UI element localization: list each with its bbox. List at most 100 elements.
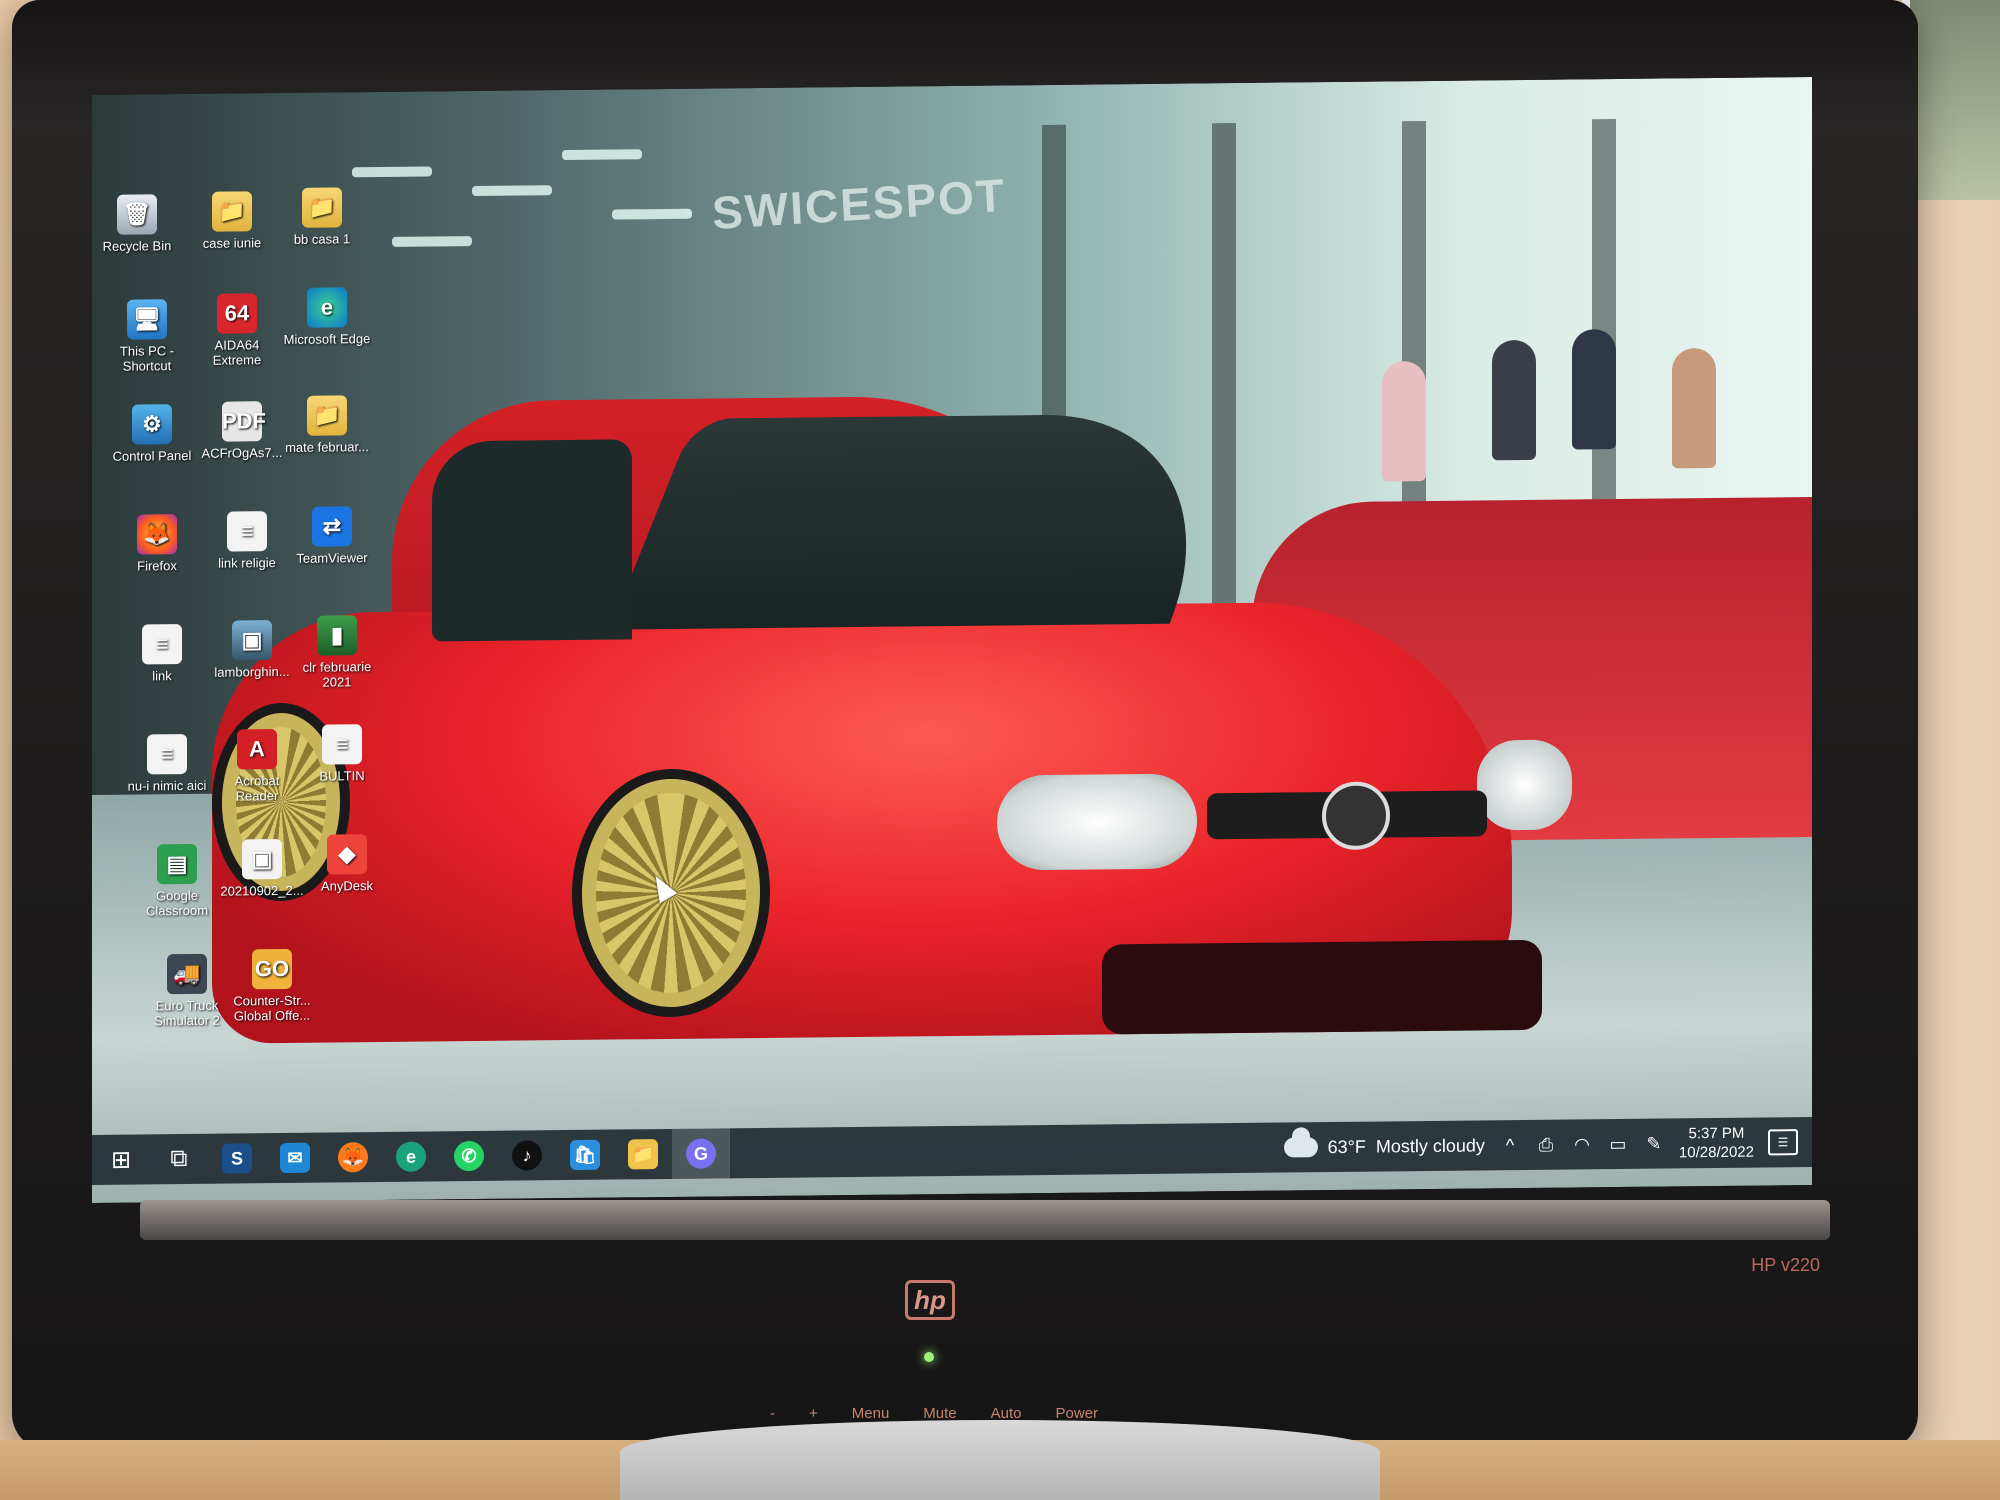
desktop-icon-label: nu-i nimic aici (127, 777, 207, 794)
desktop-icon-bultin[interactable]: ≡ BULTIN (297, 724, 387, 784)
edge-icon: e (396, 1141, 426, 1172)
weather-widget[interactable]: 63°F Mostly cloudy (1283, 1135, 1485, 1158)
classroom-icon: ▤ (157, 843, 197, 885)
pdf-icon: PDF (222, 401, 266, 442)
file-icon: ▣ (242, 839, 282, 880)
monitor-plus-button[interactable]: + (809, 1405, 818, 1422)
folder-icon: 📁 (212, 191, 252, 232)
monitor-menu-button[interactable]: Menu (852, 1405, 890, 1422)
cloud-icon (1283, 1137, 1318, 1158)
meet-now-icon[interactable]: ⎙ (1535, 1134, 1557, 1155)
taskbar-clock[interactable]: 5:37 PM 10/28/2022 (1679, 1124, 1754, 1163)
notification-center-icon[interactable]: ☰ (1768, 1129, 1798, 1156)
desktop-icon-recycle-bin[interactable]: 🗑 Recycle Bin (92, 194, 182, 254)
windows-icon: ⊞ (110, 1146, 132, 1174)
edge-icon: e (307, 287, 347, 328)
desktop-icon-microsoft-edge[interactable]: e Microsoft Edge (282, 287, 372, 347)
wifi-icon[interactable]: ◠ (1571, 1134, 1593, 1155)
folder-icon: 📁 (302, 187, 342, 228)
desktop-icon-lamborghini[interactable]: ▣ lamborghin... (207, 620, 297, 680)
desktop-icon-acfrogas[interactable]: PDF ACFrOgAs7... (197, 401, 287, 461)
desktop-icon-link[interactable]: ≡ link (117, 624, 207, 684)
aida64-icon: 64 (217, 293, 257, 334)
system-tray: 63°F Mostly cloudy ^ ⎙ ◠ ▭ ✎ 5:37 PM 10/… (1283, 1117, 1812, 1173)
desktop-icon-link-religie[interactable]: ≡ link religie (202, 511, 292, 571)
desktop-icon-label: case iunie (202, 235, 262, 251)
start-button[interactable]: ⊞ (92, 1134, 150, 1185)
meet-icon: G (686, 1138, 716, 1169)
control-panel-icon: ⚙ (132, 404, 172, 445)
taskbar-app-tiktok[interactable]: ♪ (498, 1130, 556, 1181)
desktop-icon-case-iunie[interactable]: 📁 case iunie (187, 191, 277, 251)
task-view-button[interactable]: ⧉ (150, 1134, 208, 1185)
monitor-stand (620, 1420, 1380, 1500)
desktop-screen: SWICESPOT 🗑 Recycle Bin 📁 case iunie 📁 b… (92, 76, 1812, 1204)
battery-icon[interactable]: ▭ (1607, 1133, 1629, 1154)
desktop-icon-teamviewer[interactable]: ⇄ TeamViewer (287, 506, 377, 566)
weather-temperature: 63°F (1327, 1136, 1366, 1157)
document-icon: ≡ (227, 511, 267, 552)
wallpaper-person (1572, 329, 1616, 450)
whatsapp-icon: ✆ (454, 1140, 484, 1172)
desktop-icon-label: Counter-Str... Global Offe... (233, 992, 311, 1024)
folder-icon: 📁 (307, 395, 347, 436)
document-icon: ≡ (147, 734, 187, 775)
desktop-icon-label: Microsoft Edge (283, 331, 371, 347)
desktop-icon-google-classroom[interactable]: ▤ Google Classroom (132, 843, 222, 919)
desktop-icon-label: Google Classroom (145, 887, 209, 919)
truck-icon: 🚚 (167, 953, 207, 995)
desktop-icon-label: mate februar... (285, 439, 369, 455)
desktop-icon-label: Acrobat Reader (234, 773, 280, 804)
steam-icon: S (222, 1143, 252, 1174)
desktop-icon-label: BULTIN (319, 768, 365, 784)
desktop-icon-mate-februarie[interactable]: 📁 mate februar... (282, 395, 372, 455)
desktop-icon-20210902[interactable]: ▣ 20210902_2... (217, 839, 307, 899)
desktop-icon-this-pc[interactable]: 🖥 This PC - Shortcut (102, 299, 192, 374)
anydesk-icon: ◆ (327, 834, 367, 875)
taskbar-app-store[interactable]: 🛍 (556, 1130, 614, 1181)
monitor-minus-button[interactable]: - (770, 1405, 775, 1422)
document-icon: ≡ (142, 624, 182, 665)
taskbar-app-whatsapp[interactable]: ✆ (440, 1131, 498, 1182)
wallpaper-person (1672, 347, 1716, 469)
desktop-icon-acrobat-reader[interactable]: A Acrobat Reader (212, 729, 302, 804)
taskbar-app-google-meet[interactable]: G (672, 1128, 730, 1179)
taskbar-app-steam[interactable]: S (208, 1133, 266, 1184)
task-view-icon: ⧉ (170, 1145, 188, 1173)
document-icon: ≡ (322, 724, 362, 765)
image-icon: ▣ (232, 620, 272, 661)
mail-icon: ✉ (280, 1142, 310, 1174)
wallpaper-sign: SWICESPOT (710, 168, 1008, 240)
desktop-icon-label: 20210902_2... (220, 882, 304, 899)
clock-time: 5:37 PM (1688, 1124, 1745, 1143)
desktop-icon-nu-i-nimic-aici[interactable]: ≡ nu-i nimic aici (122, 734, 212, 794)
ceiling-light (612, 208, 692, 220)
desktop-icon-label: ACFrOgAs7... (201, 445, 283, 461)
car-headlight (1477, 739, 1572, 831)
clock-date: 10/28/2022 (1678, 1143, 1754, 1162)
desktop-icon-label: Firefox (137, 558, 177, 574)
desktop-icon-label: This PC - Shortcut (119, 343, 175, 374)
desktop-icon-firefox[interactable]: 🦊 Firefox (112, 514, 202, 574)
computer-icon: 🖥 (127, 299, 167, 340)
desktop-icon-clr-februarie[interactable]: ▮ clr februarie 2021 (292, 615, 382, 690)
book-icon: ▮ (317, 615, 357, 656)
taskbar-app-edge[interactable]: e (382, 1131, 440, 1182)
desktop-icon-control-panel[interactable]: ⚙ Control Panel (107, 404, 197, 464)
desktop-icon-label: lamborghin... (214, 663, 290, 680)
desktop-icon-counter-strike[interactable]: GO Counter-Str... Global Offe... (227, 948, 317, 1024)
tiktok-icon: ♪ (512, 1140, 542, 1171)
desktop-icon-euro-truck-simulator[interactable]: 🚚 Euro Truck Simulator 2 (142, 953, 232, 1029)
chevron-up-icon[interactable]: ^ (1499, 1135, 1521, 1156)
desktop-icon-aida64[interactable]: 64 AIDA64 Extreme (192, 293, 282, 368)
desktop-icon-label: Recycle Bin (102, 238, 172, 254)
power-led (924, 1352, 934, 1362)
taskbar-app-file-explorer[interactable]: 📁 (614, 1129, 672, 1180)
desktop-icon-label: AnyDesk (320, 878, 374, 894)
firefox-icon: 🦊 (137, 514, 177, 555)
pen-icon[interactable]: ✎ (1643, 1133, 1665, 1154)
desktop-icon-bb-casa[interactable]: 📁 bb casa 1 (277, 187, 367, 247)
taskbar-app-firefox[interactable]: 🦊 (324, 1132, 382, 1183)
taskbar-app-mail[interactable]: ✉ (266, 1133, 324, 1184)
desktop-icon-anydesk[interactable]: ◆ AnyDesk (302, 834, 392, 894)
